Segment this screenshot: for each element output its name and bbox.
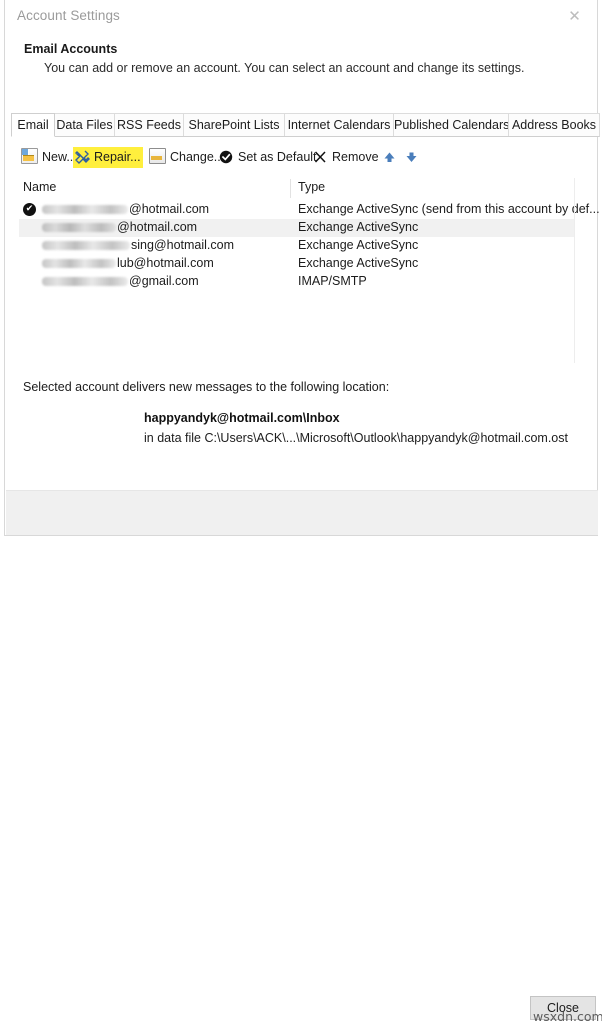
account-name-cell: @hotmail.com: [42, 201, 209, 219]
check-circle-icon: [219, 150, 234, 164]
account-name-suffix: lub@hotmail.com: [117, 256, 214, 270]
account-name-cell: lub@hotmail.com: [42, 255, 214, 273]
arrow-up-icon[interactable]: [382, 150, 397, 171]
delivery-data-file: in data file C:\Users\ACK\...\Microsoft\…: [144, 431, 568, 445]
close-x-icon[interactable]: ✕: [552, 0, 597, 32]
delivery-location: happyandyk@hotmail.com\Inbox: [144, 411, 340, 425]
account-name-suffix: @hotmail.com: [129, 202, 210, 216]
column-divider: [290, 179, 291, 198]
delivery-label: Selected account delivers new messages t…: [23, 380, 390, 394]
arrow-down-icon[interactable]: [404, 150, 419, 171]
title-bar: Account Settings ✕: [5, 0, 597, 33]
tab-data-files[interactable]: Data Files: [54, 113, 115, 137]
tab-email[interactable]: Email: [11, 113, 55, 137]
tab-rss-feeds[interactable]: RSS Feeds: [114, 113, 184, 137]
window-title: Account Settings: [17, 8, 120, 23]
redacted-name-blur: [42, 277, 128, 286]
redacted-name-blur: [42, 241, 130, 250]
default-account-check-icon: ✔: [23, 203, 36, 216]
account-name-cell: @hotmail.com: [42, 219, 197, 237]
tab-strip: Email Data Files RSS Feeds SharePoint Lists…: [11, 113, 600, 137]
account-name-suffix: @hotmail.com: [117, 220, 198, 234]
new-mail-icon: [21, 148, 38, 164]
accounts-list[interactable]: Name Type ✔ @hotmail.com Exchange ActiveSy…: [19, 178, 600, 363]
page-description: You can add or remove an account. You ca…: [44, 61, 525, 75]
toolbar-button-label: Remove: [332, 150, 379, 164]
watermark: wsxdn.com: [533, 1009, 602, 1024]
toolbar-button-label: Set as Default: [238, 150, 317, 164]
column-header-name[interactable]: Name: [23, 178, 56, 199]
new-button[interactable]: New...: [19, 147, 79, 168]
tab-sharepoint-lists[interactable]: SharePoint Lists: [183, 113, 285, 137]
account-type-cell: Exchange ActiveSync: [298, 256, 419, 270]
redacted-name-blur: [42, 223, 116, 232]
account-type-cell: Exchange ActiveSync: [298, 220, 419, 234]
change-button[interactable]: Change...: [147, 147, 226, 168]
table-row[interactable]: lub@hotmail.com Exchange ActiveSync: [19, 255, 575, 273]
set-as-default-button[interactable]: Set as Default: [217, 147, 319, 168]
account-type-cell: Exchange ActiveSync (send from this acco…: [298, 202, 600, 216]
tab-published-calendars[interactable]: Published Calendars: [393, 113, 509, 137]
x-remove-icon: [313, 150, 328, 164]
list-right-edge: [574, 178, 575, 363]
table-row[interactable]: @gmail.com IMAP/SMTP: [19, 273, 575, 291]
tab-address-books[interactable]: Address Books: [508, 113, 600, 137]
account-name-cell: @gmail.com: [42, 273, 199, 291]
repair-tools-icon: [75, 150, 90, 164]
account-settings-dialog: Account Settings ✕ Email Accounts You ca…: [4, 0, 602, 1024]
toolbar-button-label: New...: [42, 150, 77, 164]
redacted-name-blur: [42, 205, 128, 214]
toolbar-button-label: Repair...: [94, 150, 141, 164]
remove-button[interactable]: Remove: [311, 147, 381, 168]
page-title: Email Accounts: [24, 42, 118, 56]
table-row[interactable]: @hotmail.com Exchange ActiveSync: [19, 219, 575, 237]
account-type-cell: Exchange ActiveSync: [298, 238, 419, 252]
account-name-suffix: sing@hotmail.com: [131, 238, 235, 252]
account-name-cell: sing@hotmail.com: [42, 237, 234, 255]
account-name-suffix: @gmail.com: [129, 274, 199, 288]
column-header-type[interactable]: Type: [298, 178, 325, 199]
table-row[interactable]: ✔ @hotmail.com Exchange ActiveSync (send f…: [19, 201, 600, 219]
tab-internet-calendars[interactable]: Internet Calendars: [284, 113, 394, 137]
tab-underline: [11, 136, 591, 137]
redacted-name-blur: [42, 259, 116, 268]
dialog-footer: Close wsxdn.com: [6, 491, 602, 1024]
account-type-cell: IMAP/SMTP: [298, 274, 367, 288]
table-row[interactable]: sing@hotmail.com Exchange ActiveSync: [19, 237, 575, 255]
change-account-icon: [149, 148, 166, 164]
repair-button[interactable]: Repair...: [73, 147, 143, 168]
